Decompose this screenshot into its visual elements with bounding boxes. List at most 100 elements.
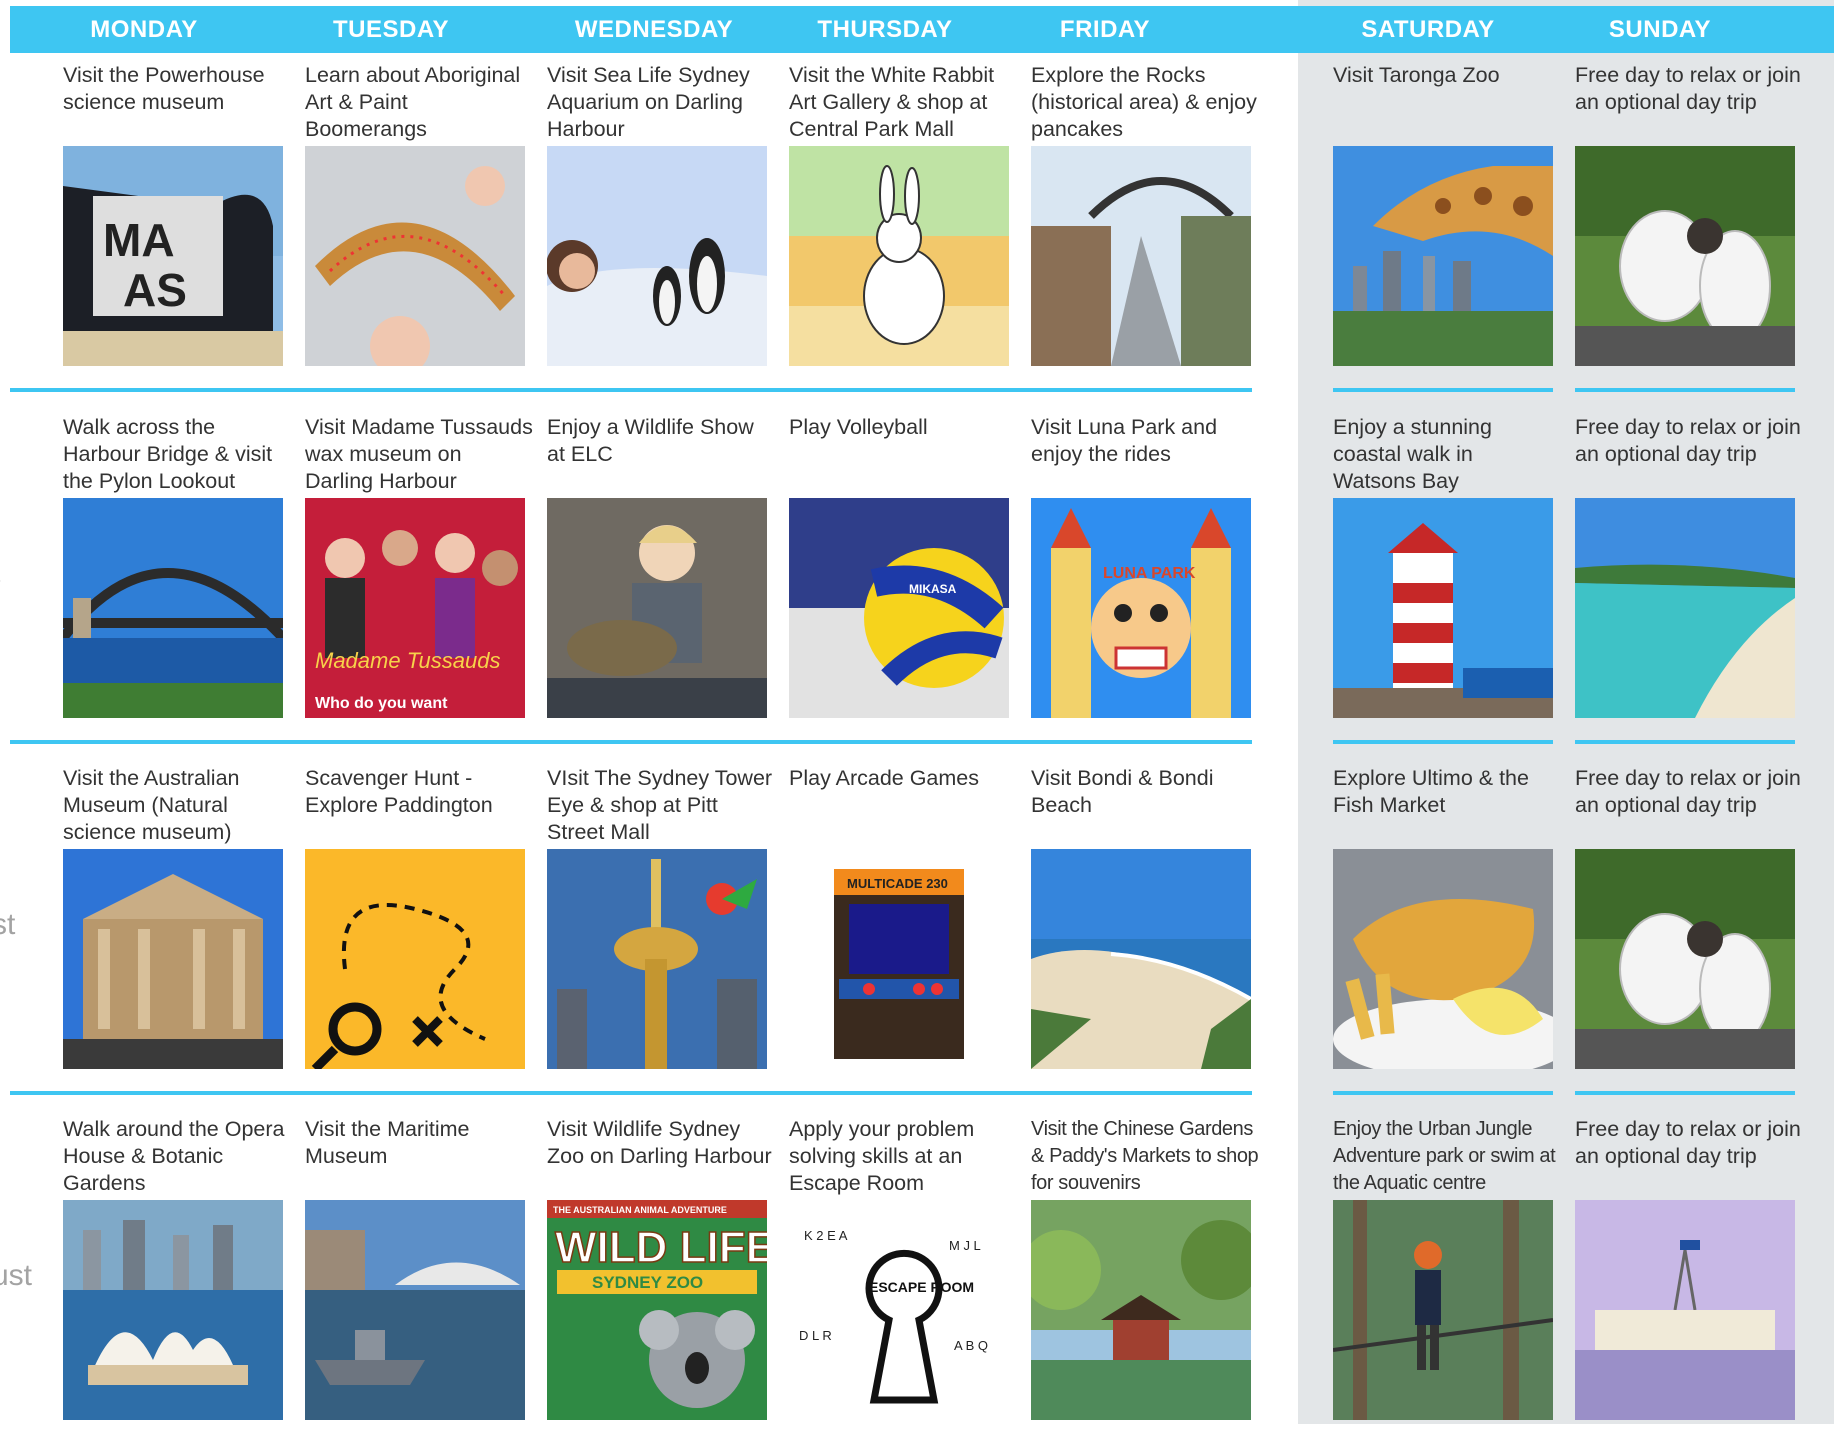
activity-description: Walk across the Harbour Bridge & visit t…: [63, 414, 291, 495]
activity-description: Apply your problem solving skills at an …: [789, 1116, 1017, 1197]
activity-description: Visit Taronga Zoo: [1333, 62, 1561, 89]
beach-shoreline-photo: [1575, 498, 1795, 718]
activity-description: Free day to relax or join an optional da…: [1575, 62, 1803, 116]
activity-description: Visit Luna Park and enjoy the rides: [1031, 414, 1259, 468]
activity-card: Visit the Powerhouse science museumMAAS: [63, 62, 283, 382]
maritime-museum-photo: [305, 1200, 525, 1420]
activity-card: Explore the Rocks (historical area) & en…: [1031, 62, 1251, 382]
svg-text:Who do you want: Who do you want: [315, 695, 448, 712]
ropes-course-photo: [1333, 1200, 1553, 1420]
activity-description: Free day to relax or join an optional da…: [1575, 1116, 1803, 1170]
escape-room-illustration: ESCAPE ROOM K 2 E A M J L D L R A B Q: [789, 1200, 1009, 1420]
svg-text:MA: MA: [103, 214, 175, 266]
svg-text:A B Q: A B Q: [954, 1338, 988, 1353]
activity-card: Enjoy the Urban Jungle Adventure park or…: [1333, 1116, 1553, 1436]
activity-description: VIsit The Sydney Tower Eye & shop at Pit…: [547, 765, 775, 846]
activity-description: Visit the Powerhouse science museum: [63, 62, 291, 116]
activity-description: Play Arcade Games: [789, 765, 1017, 792]
svg-text:D L R: D L R: [799, 1328, 832, 1343]
day-header-tuesday: TUESDAY: [291, 6, 491, 53]
activity-description: Visit the Chinese Gardens & Paddy's Mark…: [1031, 1116, 1259, 1197]
day-header-thursday: THURSDAY: [785, 6, 985, 53]
activity-card: Visit Madame Tussauds wax museum on Darl…: [305, 414, 525, 734]
activity-card: VIsit The Sydney Tower Eye & shop at Pit…: [547, 765, 767, 1085]
svg-text:M J L: M J L: [949, 1238, 981, 1253]
svg-text:WILD LIFE: WILD LIFE: [555, 1223, 767, 1272]
relax-feet-dog-photo: [1575, 146, 1795, 366]
activity-card: Visit the Maritime Museum: [305, 1116, 525, 1436]
day-header-monday: MONDAY: [44, 6, 244, 53]
activity-description: Scavenger Hunt - Explore Paddington: [305, 765, 533, 819]
activity-card: Scavenger Hunt - Explore Paddington: [305, 765, 525, 1085]
activity-card: Walk across the Harbour Bridge & visit t…: [63, 414, 283, 734]
row-divider: [1575, 388, 1795, 392]
day-header-sunday: SUNDAY: [1560, 6, 1760, 53]
row-divider: [10, 1091, 1252, 1095]
scavenger-hunt-illustration: [305, 849, 525, 1069]
activity-description: Enjoy a Wildlife Show at ELC: [547, 414, 775, 468]
activity-card: Learn about Aboriginal Art & Paint Boome…: [305, 62, 525, 382]
activity-description: Learn about Aboriginal Art & Paint Boome…: [305, 62, 533, 143]
white-rabbit-illustration: [789, 146, 1009, 366]
svg-text:LUNA PARK: LUNA PARK: [1103, 565, 1196, 582]
activity-card: Explore Ultimo & the Fish Market: [1333, 765, 1553, 1085]
activity-description: Play Volleyball: [789, 414, 1017, 441]
day-header-wednesday: WEDNESDAY: [554, 6, 754, 53]
activity-description: Visit the White Rabbit Art Gallery & sho…: [789, 62, 1017, 143]
activity-card: Play Arcade GamesMULTICADE 230: [789, 765, 1009, 1085]
relax-feet-dog-photo: [1575, 849, 1795, 1069]
svg-text:Madame Tussauds: Madame Tussauds: [315, 648, 500, 673]
activity-description: Free day to relax or join an optional da…: [1575, 765, 1803, 819]
activity-card: Free day to relax or join an optional da…: [1575, 414, 1795, 734]
activity-description: Explore Ultimo & the Fish Market: [1333, 765, 1561, 819]
svg-text:K 2 E A: K 2 E A: [804, 1228, 848, 1243]
activity-card: Visit Sea Life Sydney Aquarium on Darlin…: [547, 62, 767, 382]
activity-description: Visit Bondi & Bondi Beach: [1031, 765, 1259, 819]
activity-card: Free day to relax or join an optional da…: [1575, 765, 1795, 1085]
activity-description: Enjoy a stunning coastal walk in Watsons…: [1333, 414, 1561, 495]
svg-text:MIKASA: MIKASA: [909, 582, 957, 596]
harbour-bridge-photo: [63, 498, 283, 718]
svg-text:AS: AS: [123, 264, 187, 316]
activity-card: Visit Bondi & Bondi Beach: [1031, 765, 1251, 1085]
activity-description: Free day to relax or join an optional da…: [1575, 414, 1803, 468]
row-divider: [1333, 388, 1553, 392]
activity-card: Apply your problem solving skills at an …: [789, 1116, 1009, 1436]
activity-card: Visit Wildlife Sydney Zoo on Darling Har…: [547, 1116, 767, 1436]
wildlife-show-photo: [547, 498, 767, 718]
activity-card: Visit the White Rabbit Art Gallery & sho…: [789, 62, 1009, 382]
activity-card: Visit Taronga Zoo: [1333, 62, 1553, 382]
activity-description: Visit the Maritime Museum: [305, 1116, 533, 1170]
row-divider: [10, 740, 1252, 744]
arcade-machine-photo: MULTICADE 230: [789, 849, 1009, 1069]
sydney-tower-eye-photo: [547, 849, 767, 1069]
activity-card: Free day to relax or join an optional da…: [1575, 62, 1795, 382]
opera-house-photo: [63, 1200, 283, 1420]
row-divider: [1333, 740, 1553, 744]
activity-card: Enjoy a Wildlife Show at ELC: [547, 414, 767, 734]
volleyball-photo: MIKASA: [789, 498, 1009, 718]
activity-description: Explore the Rocks (historical area) & en…: [1031, 62, 1259, 143]
activity-card: Visit Luna Park and enjoy the ridesLUNA …: [1031, 414, 1251, 734]
row-divider: [1575, 740, 1795, 744]
svg-text:THE AUSTRALIAN ANIMAL ADVENTUR: THE AUSTRALIAN ANIMAL ADVENTURE: [553, 1205, 727, 1215]
boomerang-painting-photo: [305, 146, 525, 366]
row-divider: [1575, 1091, 1795, 1095]
activity-description: Visit Madame Tussauds wax museum on Darl…: [305, 414, 533, 495]
svg-text:ESCAPE ROOM: ESCAPE ROOM: [869, 1279, 974, 1295]
activity-card: Play VolleyballMIKASA: [789, 414, 1009, 734]
australian-museum-photo: [63, 849, 283, 1069]
activity-card: Visit the Chinese Gardens & Paddy's Mark…: [1031, 1116, 1251, 1436]
penguin-aquarium-photo: [547, 146, 767, 366]
luna-park-entrance-photo: LUNA PARK: [1031, 498, 1251, 718]
activity-card: Free day to relax or join an optional da…: [1575, 1116, 1795, 1436]
activity-description: Visit Wildlife Sydney Zoo on Darling Har…: [547, 1116, 775, 1170]
activity-card: Enjoy a stunning coastal walk in Watsons…: [1333, 414, 1553, 734]
chinese-garden-photo: [1031, 1200, 1251, 1420]
activity-description: Enjoy the Urban Jungle Adventure park or…: [1333, 1116, 1561, 1197]
the-rocks-street-photo: [1031, 146, 1251, 366]
week-marker: ust: [0, 1259, 32, 1293]
row-divider: [1333, 1091, 1553, 1095]
parliament-house-photo: [1575, 1200, 1795, 1420]
day-header-saturday: SATURDAY: [1328, 6, 1528, 53]
